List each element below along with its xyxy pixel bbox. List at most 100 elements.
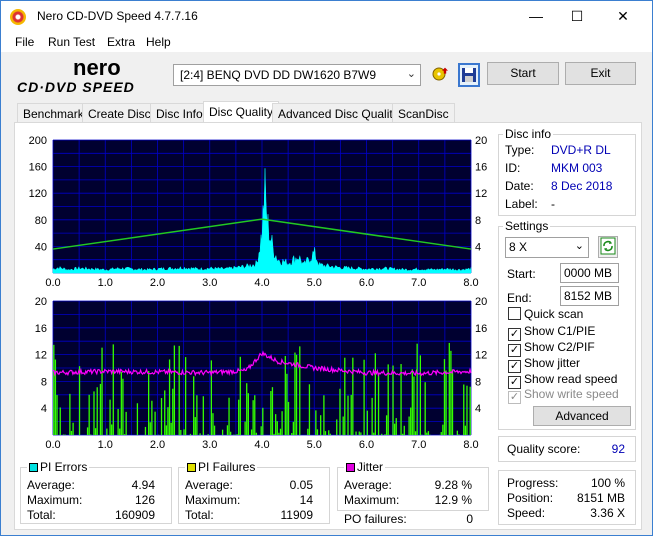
app-window: Nero CD-DVD Speed 4.7.7.16 — ☐ ✕ File Ru… — [0, 0, 653, 536]
advanced-button[interactable]: Advanced — [533, 406, 631, 426]
disc-date-value: 8 Dec 2018 — [551, 179, 613, 193]
close-button[interactable]: ✕ — [600, 1, 646, 32]
progress-value: 100 % — [590, 476, 625, 490]
tab-scandisc[interactable]: ScanDisc — [392, 103, 455, 123]
menu-file[interactable]: File — [15, 35, 34, 49]
pi-errors-title: PI Errors — [27, 460, 90, 474]
start-button[interactable]: Start — [487, 62, 559, 85]
pi-errors-color-icon — [29, 463, 38, 472]
pi-errors-maximum: 126 — [134, 493, 155, 507]
end-mb-input[interactable]: 8152 MB — [560, 286, 619, 306]
x-tick-label: 0.0 — [45, 439, 60, 451]
pi-failures-group: PI Failures Average: 0.05 Maximum: 14 To… — [178, 460, 330, 524]
chevron-down-icon: ⌄ — [574, 240, 584, 252]
window-title: Nero CD-DVD Speed 4.7.7.16 — [37, 9, 198, 23]
speed-label: Speed: — [507, 506, 546, 520]
y-left-tick-label: 20 — [35, 296, 47, 308]
x-tick-label: 1.0 — [98, 439, 113, 451]
disc-quality-charts: 200 160 120 80 40 20 16 12 8 4 0.0 1.0 2.0 3.0 4.0 5.0 6… — [29, 135, 488, 451]
tab-disc-info[interactable]: Disc Info — [150, 103, 209, 123]
refresh-speed-button[interactable] — [598, 236, 618, 258]
quality-score-label: Quality score: — [507, 442, 581, 456]
y-left-tick-label: 40 — [35, 241, 47, 253]
jitter-average: 9.28 % — [434, 478, 472, 492]
pi-failures-average: 0.05 — [289, 478, 313, 492]
speed-value: 3.36 X — [590, 506, 625, 520]
menu-help[interactable]: Help — [146, 35, 171, 49]
x-tick-label: 5.0 — [307, 439, 322, 451]
pi-failures-color-icon — [187, 463, 196, 472]
show-c1-pie-checkbox[interactable]: ✓ Show C1/PIE — [508, 324, 595, 341]
pi-failures-average-label: Average: — [185, 478, 233, 492]
position-value: 8151 MB — [576, 491, 625, 505]
y-left-tick-label: 160 — [29, 162, 47, 174]
menu-bar: File Run Test Extra Help — [1, 32, 652, 52]
y-left-tick-label: 4 — [41, 403, 47, 415]
disc-id-value: MKM 003 — [551, 161, 603, 175]
save-button[interactable] — [458, 63, 480, 87]
pi-failures-maximum: 14 — [299, 493, 313, 507]
jitter-maximum: 12.9 % — [434, 493, 472, 507]
tab-disc-quality[interactable]: Disc Quality — [203, 101, 280, 123]
toolbar: nero CD·DVD SPEED [2:4] BENQ DVD DD DW16… — [1, 52, 652, 98]
minimize-button[interactable]: — — [513, 1, 559, 32]
pi-failures-total-label: Total: — [185, 508, 214, 522]
jitter-maximum-label: Maximum: — [344, 493, 400, 507]
pi-errors-total-label: Total: — [27, 508, 56, 522]
x-tick-label: 7.0 — [411, 439, 426, 451]
exit-button[interactable]: Exit — [565, 62, 636, 85]
y-left-tick-label: 120 — [29, 188, 47, 200]
x-tick-label: 8.0 — [463, 439, 478, 451]
quick-scan-checkbox[interactable]: Quick scan — [508, 307, 583, 321]
quality-score-value: 92 — [611, 442, 625, 456]
jitter-group: Jitter Average: 9.28 % Maximum: 12.9 % — [337, 460, 489, 511]
x-tick-label: 4.0 — [254, 277, 269, 289]
maximize-button[interactable]: ☐ — [554, 1, 600, 32]
x-tick-label: 7.0 — [411, 277, 426, 289]
y-right-tick-label: 12 — [475, 188, 487, 200]
tab-advanced-disc-quality[interactable]: Advanced Disc Quality — [272, 103, 405, 123]
logo-line2: CD·DVD SPEED — [17, 79, 135, 95]
pi-failures-total: 11909 — [280, 508, 313, 522]
tab-create-disc[interactable]: Create Disc — [82, 103, 157, 123]
tab-benchmark[interactable]: Benchmark — [17, 103, 90, 123]
menu-extra[interactable]: Extra — [107, 35, 135, 49]
x-tick-label: 5.0 — [307, 277, 322, 289]
x-tick-label: 3.0 — [202, 439, 217, 451]
jitter-title: Jitter — [344, 460, 386, 474]
y-left-tick-label: 200 — [29, 135, 47, 147]
y-left-tick-label: 80 — [35, 215, 47, 227]
pi-errors-average: 4.94 — [131, 478, 155, 492]
disc-info-title: Disc info — [503, 127, 554, 141]
disc-type-value: DVD+R DL — [551, 143, 611, 157]
title-bar[interactable]: Nero CD-DVD Speed 4.7.7.16 — ☐ ✕ — [1, 1, 652, 32]
po-failures-value: 0 — [466, 512, 473, 526]
jitter-color-icon — [346, 463, 355, 472]
speed-select-value: 8 X — [509, 240, 528, 254]
jitter-average-label: Average: — [344, 478, 392, 492]
pi-errors-maximum-label: Maximum: — [27, 493, 83, 507]
y-right-tick-label: 16 — [475, 323, 487, 335]
x-tick-label: 8.0 — [463, 277, 478, 289]
x-tick-label: 3.0 — [202, 277, 217, 289]
pi-errors-average-label: Average: — [27, 478, 75, 492]
y-right-tick-label: 16 — [475, 162, 487, 174]
menu-run-test[interactable]: Run Test — [48, 35, 95, 49]
eject-button[interactable] — [429, 63, 451, 87]
y-left-tick-label: 8 — [41, 376, 47, 388]
show-write-speed-checkbox: ✓ Show write speed — [508, 387, 619, 404]
drive-select-value: [2:4] BENQ DVD DD DW1620 B7W9 — [180, 68, 377, 82]
speed-select[interactable]: 8 X ⌄ — [505, 237, 589, 258]
y-right-tick-label: 4 — [475, 241, 481, 253]
show-jitter-checkbox[interactable]: ✓ Show jitter — [508, 356, 580, 373]
y-right-tick-label: 20 — [475, 296, 487, 308]
progress-group: Progress: 100 % Position: 8151 MB Speed:… — [498, 470, 636, 525]
settings-title: Settings — [503, 219, 551, 233]
checkbox-empty-icon — [508, 307, 521, 320]
y-right-tick-label: 4 — [475, 403, 481, 415]
drive-select[interactable]: [2:4] BENQ DVD DD DW1620 B7W9 ⌄ — [173, 64, 421, 86]
progress-label: Progress: — [507, 476, 559, 490]
start-mb-input[interactable]: 0000 MB — [560, 263, 619, 283]
show-c2-pif-checkbox[interactable]: ✓ Show C2/PIF — [508, 340, 595, 357]
tab-bar: Benchmark Create Disc Disc Info Disc Qua… — [1, 101, 652, 123]
